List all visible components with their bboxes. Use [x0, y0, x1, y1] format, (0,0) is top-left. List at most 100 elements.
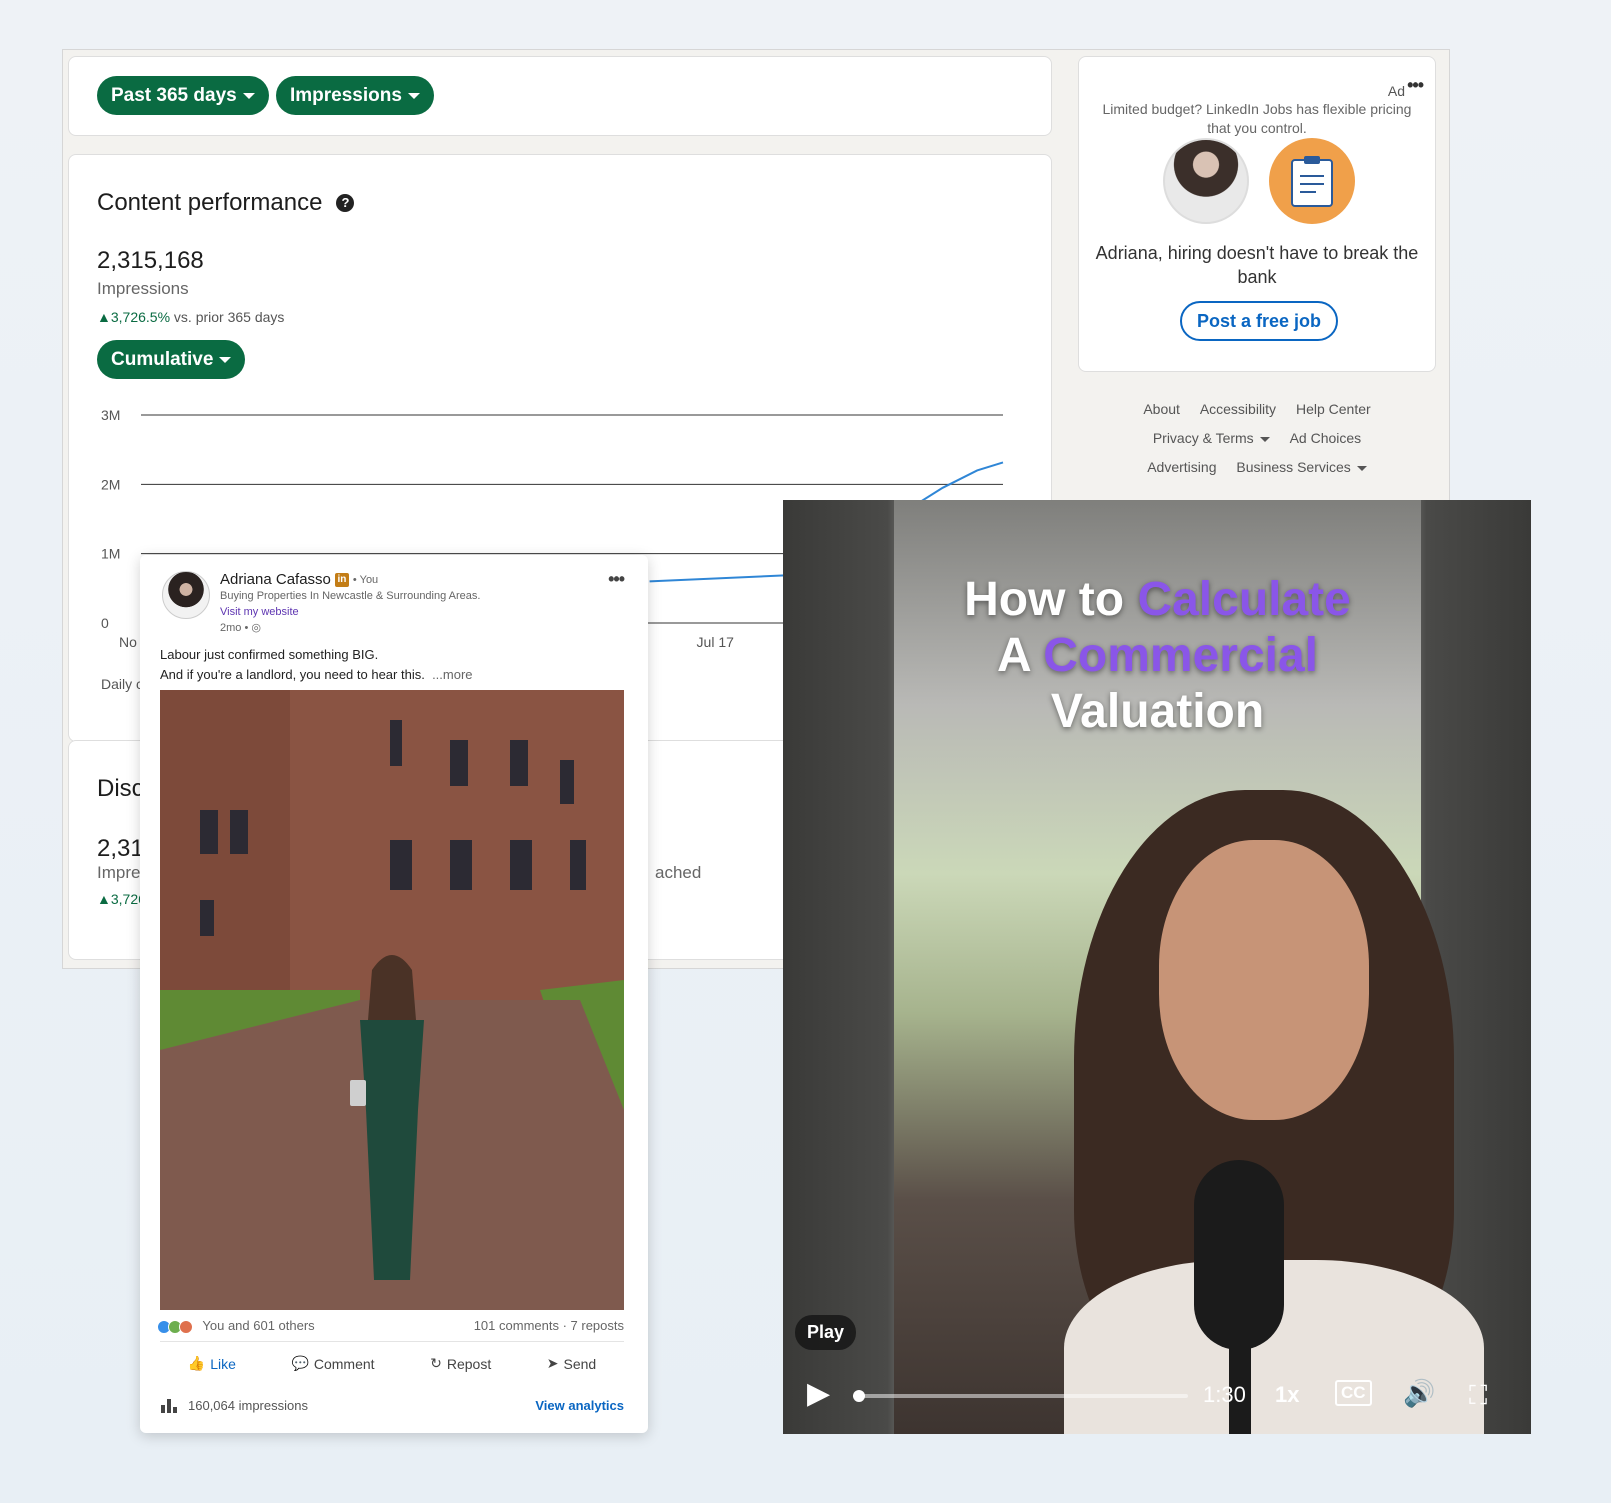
fullscreen-icon[interactable]: ⛶ — [1469, 1380, 1487, 1412]
y-tick-label: 2M — [101, 476, 120, 492]
post-time: 2mo • ◎ — [220, 621, 261, 634]
jobs-clipboard-icon — [1269, 138, 1355, 224]
section-title: Content performance ? — [97, 189, 355, 217]
y-tick-label: 3M — [101, 407, 120, 423]
website-link[interactable]: Visit my website — [220, 606, 299, 618]
author-name[interactable]: Adriana Cafasso — [220, 571, 331, 588]
comment-button[interactable]: 💬 Comment — [291, 1355, 374, 1372]
microphone-icon — [1194, 1160, 1284, 1350]
impressions-label: Impressions — [97, 279, 189, 298]
footer-link-about[interactable]: About — [1143, 401, 1180, 417]
post-stats: You and 601 others 101 comments · 7 repo… — [157, 1318, 624, 1334]
post-photo[interactable] — [160, 690, 624, 1310]
author-avatar[interactable] — [162, 571, 210, 619]
repost-button[interactable]: ↻ Repost — [430, 1355, 491, 1372]
repost-label: Repost — [446, 1355, 492, 1372]
ad-text: Limited budget? LinkedIn Jobs has flexib… — [1102, 101, 1412, 136]
discovery-title: Disc — [97, 775, 144, 802]
post-text-line1: Labour just confirmed something BIG. — [160, 647, 379, 662]
you-label: • You — [352, 573, 379, 586]
impressions-total: 2,315,168 — [97, 247, 204, 274]
love-reaction-icon — [179, 1319, 193, 1334]
impressions-count: 160,064 impressions — [188, 1397, 308, 1413]
discovery-label: Impre — [97, 863, 141, 882]
footer-link-accessibility[interactable]: Accessibility — [1200, 401, 1276, 417]
date-range-dropdown[interactable]: Past 365 days — [97, 76, 269, 115]
footer-link-business[interactable]: Business Services — [1236, 459, 1366, 475]
reactions-text[interactable]: You and 601 others — [202, 1318, 314, 1333]
castle-photo-art — [160, 690, 624, 1310]
post-card: Adriana Cafasso in • You Buying Properti… — [140, 555, 648, 1433]
title-accent: Calculate — [1137, 573, 1351, 626]
send-icon: ➤ — [546, 1355, 559, 1371]
progress-bar[interactable] — [853, 1390, 1188, 1402]
footer-link-privacy[interactable]: Privacy & Terms — [1153, 430, 1270, 446]
impressions-change: ▲3,726.5% vs. prior 365 days — [97, 309, 284, 325]
title-part: A — [997, 629, 1044, 682]
date-range-label: Past 365 days — [111, 84, 237, 106]
footer-link-help[interactable]: Help Center — [1296, 401, 1371, 417]
cumulative-dropdown[interactable]: Cumulative — [97, 340, 246, 379]
post-footer: 160,064 impressions View analytics — [160, 1397, 624, 1413]
see-more-link[interactable]: ...more — [432, 667, 472, 682]
change-value: 3,726.5% — [110, 309, 171, 325]
repost-icon: ↻ — [430, 1355, 442, 1371]
video-title: How to Calculate A Commercial Valuation — [894, 572, 1421, 740]
bar-chart-icon — [161, 1399, 177, 1413]
clipboard-icon — [1291, 156, 1333, 207]
view-analytics-link[interactable]: View analytics — [535, 1398, 624, 1413]
speed-button[interactable]: 1x — [1275, 1382, 1299, 1408]
like-button[interactable]: 👍 Like — [188, 1355, 236, 1372]
post-time-text: 2mo • — [220, 622, 249, 634]
comment-label: Comment — [313, 1355, 375, 1372]
caret-down-icon — [407, 92, 420, 99]
x-tick-label: No — [119, 634, 137, 650]
help-icon[interactable]: ? — [336, 194, 355, 212]
more-options-icon[interactable]: ••• — [1407, 75, 1424, 96]
send-label: Send — [563, 1355, 597, 1372]
video-controls: ▶ 1:30 1x CC 🔊 ⛶ — [783, 1366, 1531, 1426]
footer-links: About Accessibility Help Center Privacy … — [1078, 395, 1436, 482]
volume-icon[interactable]: 🔊 — [1403, 1378, 1435, 1409]
post-more-icon[interactable]: ••• — [608, 569, 625, 590]
footer-link-advertising[interactable]: Advertising — [1147, 459, 1216, 475]
video-player[interactable]: How to Calculate A Commercial Valuation … — [783, 500, 1531, 1434]
footer-link-ad-choices[interactable]: Ad Choices — [1290, 430, 1362, 446]
presenter-face — [1159, 840, 1369, 1120]
post-text-line2: And if you're a landlord, you need to he… — [160, 667, 425, 682]
discovery-total: 2,31 — [97, 835, 144, 862]
linkedin-badge-icon: in — [334, 572, 349, 587]
divider — [160, 1341, 624, 1342]
discovery-change: ▲3,726 — [97, 891, 146, 907]
x-tick-label: Jul 17 — [697, 634, 735, 650]
author-line: Adriana Cafasso in • You — [220, 571, 378, 588]
comments-reposts[interactable]: 101 comments · 7 reposts — [474, 1318, 624, 1333]
like-icon: 👍 — [187, 1355, 206, 1371]
y-tick-label: 1M — [101, 546, 120, 562]
send-button[interactable]: ➤ Send — [547, 1355, 596, 1372]
reaction-icons[interactable] — [157, 1319, 193, 1334]
scrub-handle[interactable] — [853, 1390, 865, 1402]
title-accent: Commercial — [1043, 629, 1318, 682]
metric-dropdown[interactable]: Impressions — [276, 76, 434, 115]
metric-label: Impressions — [290, 84, 402, 106]
caret-down-icon — [219, 356, 232, 363]
y-tick-label: 0 — [101, 615, 109, 631]
title-part: Valuation — [1050, 685, 1265, 738]
cumulative-label: Cumulative — [111, 348, 214, 370]
author-headline: Buying Properties In Newcastle & Surroun… — [220, 590, 481, 602]
globe-icon: ◎ — [251, 622, 261, 634]
post-free-job-button[interactable]: Post a free job — [1180, 301, 1338, 341]
caret-down-icon — [242, 92, 255, 99]
captions-icon[interactable]: CC — [1335, 1380, 1372, 1406]
filter-bar: Past 365 days Impressions — [68, 56, 1052, 136]
play-icon[interactable]: ▶ — [807, 1376, 830, 1411]
chart-footer-label: Daily c — [101, 676, 143, 692]
ad-tag: Ad — [1387, 83, 1405, 99]
title-part: How to — [964, 573, 1138, 626]
up-arrow-icon: ▲ — [97, 309, 111, 325]
ad-headline: Adriana, hiring doesn't have to break th… — [1095, 243, 1419, 287]
post-actions: 👍 Like 💬 Comment ↻ Repost ➤ Send — [160, 1355, 624, 1372]
play-tooltip: Play — [795, 1315, 857, 1350]
like-label: Like — [210, 1355, 236, 1372]
